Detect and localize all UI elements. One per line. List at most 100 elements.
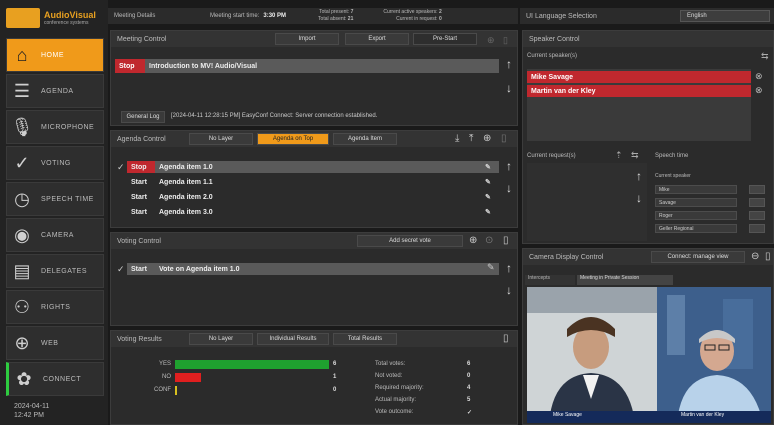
speech-time-stepper[interactable] — [749, 198, 765, 207]
vote-stat-label: Total votes: — [375, 361, 406, 367]
general-log-button[interactable]: General Log — [121, 111, 165, 123]
agenda-on-top-button[interactable]: Agenda on Top — [257, 133, 329, 145]
sidebar-item-voting[interactable]: ✓ VOTING — [6, 146, 104, 180]
speech-time-row: Savage — [655, 198, 737, 207]
agenda-row[interactable]: Start Agenda item 3.0 ✎ — [127, 206, 499, 218]
request-swap-icon[interactable]: ⇆ — [631, 150, 639, 161]
speaker-remove-icon-2[interactable]: ⊗ — [755, 85, 763, 96]
tab-private-session[interactable]: Meeting in Private Session — [577, 275, 673, 285]
current-speakers-label: Current speaker(s) — [527, 53, 578, 59]
meeting-row[interactable]: Stop Introduction to MV! Audio/Visual — [115, 59, 499, 73]
arrow-down-icon[interactable]: ↓ — [503, 81, 515, 95]
vote-up-icon[interactable]: ↑ — [503, 261, 515, 275]
export-button[interactable]: Export — [345, 33, 409, 45]
download-icon[interactable]: ⤓ — [455, 133, 459, 144]
speech-time-row: Geller Regional — [655, 224, 737, 233]
add-vote-icon[interactable]: ⊕ — [469, 235, 477, 246]
meeting-stop-button[interactable]: Stop — [115, 59, 145, 73]
sidebar-item-web[interactable]: ⊕ WEB — [6, 326, 104, 360]
camera-more-icon[interactable]: ▯ — [765, 251, 771, 262]
agenda-edit-icon[interactable]: ✎ — [485, 163, 499, 171]
agenda-control-title: Agenda Control — [117, 135, 166, 143]
agenda-edit-icon[interactable]: ✎ — [485, 208, 499, 216]
trash-agenda-icon[interactable]: ▯ — [501, 133, 507, 144]
lock-icon[interactable]: ⊖ — [751, 251, 759, 262]
globe-icon: ⊕ — [14, 332, 30, 353]
results-no-layer-button[interactable]: No Layer — [189, 333, 253, 345]
vote-row[interactable]: Start Vote on Agenda item 1.0 — [127, 263, 499, 275]
total-results-button[interactable]: Total Results — [333, 333, 397, 345]
request-arrow-down-icon[interactable]: ↓ — [633, 191, 645, 205]
rights-icon: ⚇ — [13, 296, 31, 317]
vote-count: 0 — [333, 387, 337, 393]
meeting-name: Introduction to MV! Audio/Visual — [149, 62, 258, 70]
camera-name-left: Mike Savage — [553, 412, 582, 418]
import-button[interactable]: Import — [275, 33, 339, 45]
vote-stat-value: 6 — [467, 361, 471, 367]
language-select[interactable]: English — [680, 10, 770, 22]
agenda-state-button[interactable]: Start — [127, 209, 155, 216]
delegates-icon: ▤ — [13, 260, 31, 281]
meeting-details-label: Meeting Details — [114, 13, 156, 19]
trash-icon[interactable]: ▯ — [503, 35, 508, 46]
agenda-state-button[interactable]: Start — [127, 179, 155, 186]
agenda-item-label: Agenda item 1.0 — [159, 163, 213, 171]
trash-results-icon[interactable]: ▯ — [503, 333, 509, 344]
agenda-state-button[interactable]: Stop — [127, 161, 155, 173]
vote-bar — [175, 360, 329, 369]
upload-icon[interactable]: ⤒ — [469, 133, 473, 144]
speaker-stats: Current active speakers: 2 Current in re… — [383, 9, 441, 23]
arrow-up-icon[interactable]: ↑ — [503, 57, 515, 71]
brand-logo: AudioVisual conference systems — [6, 5, 102, 31]
camera-title: Camera Display Control — [529, 253, 604, 261]
add-secret-vote-button[interactable]: Add secret vote — [357, 235, 463, 247]
vote-down-icon[interactable]: ↓ — [503, 283, 515, 297]
agenda-state-button[interactable]: Start — [127, 194, 155, 201]
camera-panel: Camera Display Control Connect: manage v… — [522, 248, 774, 425]
sidebar-item-microphone[interactable]: 🎙 MICROPHONE — [6, 110, 104, 144]
sidebar-item-agenda[interactable]: ☰ AGENDA — [6, 74, 104, 108]
microphone-icon: 🎙 — [10, 116, 34, 137]
tab-intercepts[interactable]: Intercepts — [525, 275, 575, 285]
sidebar-item-rights[interactable]: ⚇ RIGHTS — [6, 290, 104, 324]
prestart-button[interactable]: Pre-Start — [413, 33, 477, 45]
connect-view-button[interactable]: Connect: manage view — [651, 251, 745, 263]
add-icon[interactable]: ⊕ — [487, 35, 495, 46]
sidebar-item-connect[interactable]: ✿ CONNECT — [6, 362, 104, 396]
check-icon: ✓ — [117, 162, 125, 172]
no-layer-button[interactable]: No Layer — [189, 133, 253, 145]
agenda-row[interactable]: Start Agenda item 2.0 ✎ — [127, 191, 499, 203]
agenda-edit-icon[interactable]: ✎ — [485, 193, 499, 201]
trash-vote-icon[interactable]: ▯ — [503, 235, 509, 246]
agenda-row[interactable]: Stop Agenda item 1.0 ✎ — [127, 161, 499, 173]
info-icon[interactable]: ⊙ — [485, 235, 493, 246]
vote-edit-icon[interactable]: ✎ — [487, 262, 495, 273]
speech-time-stepper[interactable] — [749, 211, 765, 220]
vote-start-button[interactable]: Start — [127, 266, 155, 273]
agenda-down-icon[interactable]: ↓ — [503, 181, 515, 195]
language-bar: UI Language Selection English — [520, 8, 774, 24]
speaker-remove-icon[interactable]: ⊗ — [755, 71, 763, 82]
request-arrow-up-icon[interactable]: ↑ — [633, 169, 645, 183]
connect-icon: ✿ — [16, 368, 32, 389]
meeting-control-title: Meeting Control — [117, 35, 167, 43]
agenda-item-button[interactable]: Agenda Item — [333, 133, 397, 145]
sidebar-item-speech-time[interactable]: ◷ SPEECH TIME — [6, 182, 104, 216]
agenda-edit-icon[interactable]: ✎ — [485, 178, 499, 186]
request-up-icon[interactable]: ⇡ — [615, 150, 623, 161]
agenda-up-icon[interactable]: ↑ — [503, 159, 515, 173]
speaker-row[interactable]: Mike Savage — [527, 71, 751, 83]
speakers-settings-icon[interactable]: ⇆ — [761, 51, 769, 62]
speaker-row[interactable]: Martin van der Kley — [527, 85, 751, 97]
sidebar-item-delegates[interactable]: ▤ DELEGATES — [6, 254, 104, 288]
individual-results-button[interactable]: Individual Results — [257, 333, 329, 345]
camera-preview[interactable]: Mike Savage Martin van der Kley — [527, 287, 771, 423]
add-agenda-icon[interactable]: ⊕ — [483, 133, 491, 144]
sidebar-item-camera[interactable]: ◉ CAMERA — [6, 218, 104, 252]
speech-time-stepper[interactable] — [749, 185, 765, 194]
active-speakers-label: Current active speakers: — [383, 9, 438, 15]
sidebar-item-home[interactable]: ⌂ HOME — [6, 38, 104, 72]
camera-scene — [527, 287, 771, 423]
agenda-row[interactable]: Start Agenda item 1.1 ✎ — [127, 176, 499, 188]
speech-time-stepper[interactable] — [749, 224, 765, 233]
